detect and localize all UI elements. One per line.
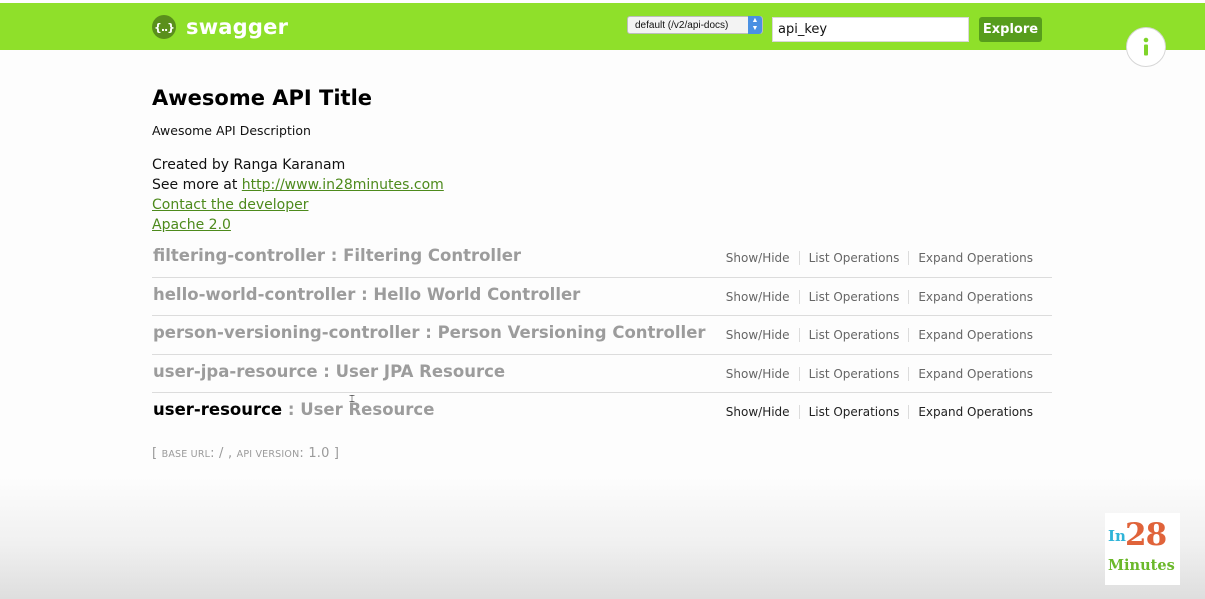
bottom-gradient	[0, 478, 1205, 599]
expand-operations-link[interactable]: Expand Operations	[908, 405, 1042, 419]
swagger-logo[interactable]: {..} swagger	[152, 13, 288, 41]
resource-desc: Hello World Controller	[373, 284, 581, 304]
resource-name[interactable]: hello-world-controller	[153, 285, 355, 304]
expand-operations-link[interactable]: Expand Operations	[908, 328, 1042, 342]
resource-desc: User JPA Resource	[335, 361, 506, 381]
resource-name[interactable]: person-versioning-controller	[153, 323, 419, 342]
api-see-more: See more at http://www.in28minutes.com	[152, 177, 444, 193]
watermark-28: 28	[1125, 517, 1167, 553]
base-url-value: : / ,	[210, 446, 237, 461]
resource-hello-world-controller: hello-world-controller : Hello World Con…	[152, 278, 1052, 316]
show-hide-link[interactable]: Show/Hide	[717, 328, 799, 342]
api-license: Apache 2.0	[152, 217, 231, 233]
resource-sep: :	[282, 400, 301, 419]
resource-heading[interactable]: person-versioning-controller : Person Ve…	[153, 323, 706, 342]
resource-ops: Show/Hide List Operations Expand Operati…	[717, 251, 1042, 265]
expand-operations-link[interactable]: Expand Operations	[908, 289, 1042, 304]
resource-user-resource: user-resource : User Resource ⌶ Show/Hid…	[152, 393, 1052, 432]
watermark-in: In	[1108, 527, 1126, 545]
resource-sep: :	[355, 284, 374, 304]
api-contact: Contact the developer	[152, 197, 308, 213]
resource-name[interactable]: filtering-controller	[153, 246, 325, 265]
resource-desc: Person Versioning Controller	[437, 323, 706, 342]
resource-ops: Show/Hide List Operations Expand Operati…	[717, 366, 1042, 381]
swagger-logo-icon: {..}	[152, 15, 176, 39]
list-operations-link[interactable]: List Operations	[798, 251, 909, 265]
list-operations-link[interactable]: List Operations	[798, 328, 909, 342]
api-version-value: : 1.0 ]	[299, 446, 340, 461]
meta-open-bracket: [	[152, 446, 162, 461]
text-cursor-icon: ⌶	[349, 394, 355, 405]
resource-heading[interactable]: user-jpa-resource : User JPA Resource	[153, 362, 505, 381]
api-spec-select[interactable]: default (/v2/api-docs) ▲ ▼	[627, 16, 763, 34]
api-spec-select-value: default (/v2/api-docs)	[635, 19, 729, 31]
api-meta-footer: [ base url: / , api version: 1.0 ]	[152, 446, 339, 461]
info-icon	[1143, 37, 1149, 56]
resource-heading[interactable]: hello-world-controller : Hello World Con…	[153, 285, 580, 304]
base-url-label: base url	[161, 449, 211, 460]
api-title: Awesome API Title	[152, 86, 373, 110]
list-operations-link[interactable]: List Operations	[798, 405, 909, 419]
select-arrows-icon: ▲ ▼	[748, 16, 762, 34]
show-hide-link[interactable]: Show/Hide	[717, 251, 799, 265]
api-version-label: api version	[236, 449, 300, 460]
show-hide-link[interactable]: Show/Hide	[717, 367, 799, 381]
resource-desc: User Resource	[300, 400, 435, 419]
expand-operations-link[interactable]: Expand Operations	[908, 366, 1042, 381]
list-operations-link[interactable]: List Operations	[798, 366, 909, 381]
info-button[interactable]	[1126, 27, 1166, 67]
resource-filtering-controller: filtering-controller : Filtering Control…	[152, 239, 1052, 278]
resource-person-versioning-controller: person-versioning-controller : Person Ve…	[152, 316, 1052, 355]
resource-ops: Show/Hide List Operations Expand Operati…	[717, 405, 1042, 419]
resource-name[interactable]: user-jpa-resource	[153, 362, 318, 381]
see-more-label: See more at	[152, 177, 242, 193]
resource-sep: :	[419, 323, 438, 342]
api-key-input[interactable]	[772, 17, 969, 42]
resource-heading[interactable]: filtering-controller : Filtering Control…	[153, 246, 521, 265]
resource-heading[interactable]: user-resource : User Resource	[153, 400, 434, 419]
resource-ops: Show/Hide List Operations Expand Operati…	[717, 289, 1042, 304]
resource-desc: Filtering Controller	[343, 246, 522, 265]
api-description: Awesome API Description	[152, 123, 311, 138]
resource-sep: :	[317, 361, 336, 381]
resource-user-jpa-resource: user-jpa-resource : User JPA Resource Sh…	[152, 355, 1052, 393]
expand-operations-link[interactable]: Expand Operations	[908, 251, 1042, 265]
watermark-minutes: Minutes	[1108, 557, 1175, 574]
license-link[interactable]: Apache 2.0	[152, 217, 231, 233]
resource-ops: Show/Hide List Operations Expand Operati…	[717, 328, 1042, 342]
resource-sep: :	[325, 246, 344, 265]
top-bar: {..} swagger default (/v2/api-docs) ▲▼ E…	[0, 3, 1205, 50]
explore-button[interactable]: Explore	[979, 17, 1042, 42]
api-created-by: Created by Ranga Karanam	[152, 157, 346, 173]
show-hide-link[interactable]: Show/Hide	[717, 405, 799, 419]
website-link[interactable]: http://www.in28minutes.com	[242, 177, 444, 193]
in28minutes-watermark-logo: In 28 Minutes	[1105, 513, 1180, 585]
resource-name[interactable]: user-resource	[153, 400, 282, 419]
swagger-logo-text: swagger	[186, 15, 289, 39]
contact-developer-link[interactable]: Contact the developer	[152, 197, 308, 213]
resource-list: filtering-controller : Filtering Control…	[152, 239, 1052, 432]
list-operations-link[interactable]: List Operations	[798, 289, 909, 304]
show-hide-link[interactable]: Show/Hide	[717, 290, 799, 304]
